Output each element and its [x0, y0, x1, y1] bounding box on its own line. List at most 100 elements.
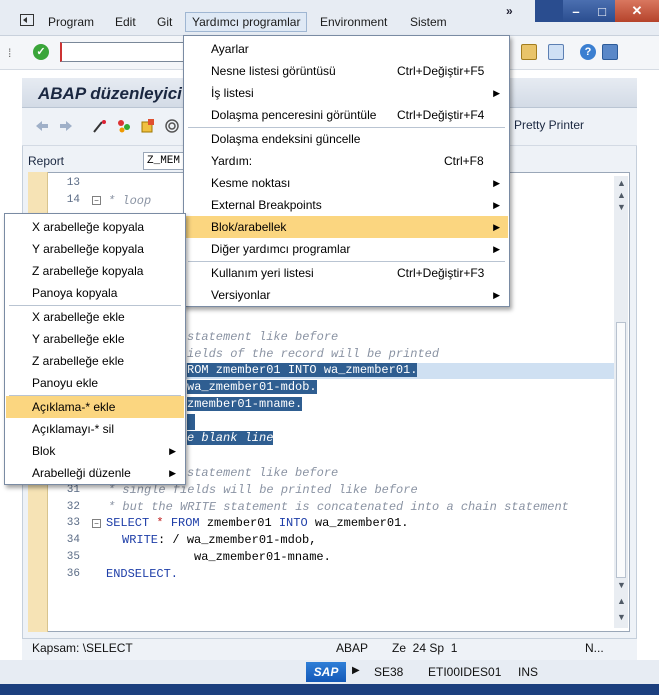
menu-item-edit-buffer[interactable]: Arabelleği düzenle ▶ — [6, 462, 184, 484]
command-field[interactable] — [60, 42, 185, 62]
menu-item-copy-z[interactable]: Z arabelleğe kopyala — [6, 260, 184, 282]
vertical-scrollbar[interactable]: ▲ ▲ ▼ ▼ ▲ ▼ — [614, 176, 628, 628]
buffer-submenu: X arabelleğe kopyala Y arabelleğe kopyal… — [4, 213, 186, 485]
menu-item-copy-clipboard[interactable]: Panoya kopyala — [6, 282, 184, 304]
activate-icon[interactable] — [116, 118, 132, 134]
menu-item-label: External Breakpoints — [211, 198, 322, 212]
scroll-down-icon[interactable]: ▲ — [617, 596, 626, 606]
code-line-selected: ROM zmember01 INTO wa_zmember01. — [187, 363, 418, 377]
menu-item-copy-y[interactable]: Y arabelleğe kopyala — [6, 238, 184, 260]
minimize-icon[interactable]: – — [563, 0, 589, 22]
fold-toggle-icon[interactable]: − — [92, 196, 101, 205]
menu-item-label: Blok/arabellek — [211, 220, 287, 234]
menu-item-label: Blok — [32, 444, 56, 458]
menu-item-label: Y arabelleğe kopyala — [32, 242, 144, 256]
report-field[interactable]: Z_MEM — [143, 152, 188, 170]
menu-item-external-breakpoints[interactable]: External Breakpoints ▶ — [185, 194, 508, 216]
menu-item-settings[interactable]: Ayarlar — [185, 38, 508, 60]
menu-item-where-used[interactable]: Kullanım yeri listesi Ctrl+Değiştir+F3 — [185, 262, 508, 284]
menu-item-help[interactable]: Yardım: Ctrl+F8 — [185, 150, 508, 172]
menu-utilities[interactable]: Yardımcı programlar — [185, 12, 308, 32]
line-number: 32 — [66, 501, 80, 513]
object-icon[interactable] — [140, 118, 156, 134]
menu-item-label: Yardım: — [211, 154, 253, 168]
menu-item-label: X arabelleğe kopyala — [32, 220, 145, 234]
page-title: ABAP düzenleyici — [38, 84, 182, 103]
menu-item-label: Ayarlar — [211, 42, 249, 56]
system-menu-icon[interactable] — [20, 14, 34, 26]
menu-program[interactable]: Program — [48, 15, 94, 29]
menu-item-block[interactable]: Blok ▶ — [6, 440, 184, 462]
code-line: WRITE: / wa_zmember01-mdob, — [122, 533, 317, 547]
maximize-icon[interactable]: □ — [589, 0, 615, 22]
menu-item-insert-z[interactable]: Z arabelleğe ekle — [6, 350, 184, 372]
forward-icon[interactable] — [58, 118, 74, 134]
code-line-selected: e blank line — [187, 431, 274, 445]
menu-edit[interactable]: Edit — [115, 15, 136, 29]
check-icon[interactable]: ✓ — [33, 44, 49, 60]
menu-item-insert-x[interactable]: X arabelleğe ekle — [6, 306, 184, 328]
scroll-up-icon[interactable]: ▲ — [617, 178, 626, 188]
layout-icon[interactable] — [521, 44, 537, 60]
submenu-arrow-icon: ▶ — [493, 222, 500, 232]
menu-item-update-index[interactable]: Dolaşma endeksini güncelle — [185, 128, 508, 150]
menu-item-breakpoint[interactable]: Kesme noktası ▶ — [185, 172, 508, 194]
menu-item-label: Versiyonlar — [211, 288, 271, 302]
menu-item-label: Dolaşma endeksini güncelle — [211, 132, 361, 146]
menu-environment[interactable]: Environment — [320, 15, 387, 29]
line-number: 13 — [66, 177, 80, 189]
menu-overflow-icon[interactable]: » — [506, 4, 513, 18]
menu-item-label: Nesne listesi görüntüsü — [211, 64, 336, 78]
language-status: ABAP — [336, 641, 369, 655]
menu-item-object-list[interactable]: Nesne listesi görüntüsü Ctrl+Değiştir+F5 — [185, 60, 508, 82]
back-icon[interactable] — [34, 118, 50, 134]
toolbar-grip: ⁞ — [8, 46, 12, 60]
menu-item-remove-comment[interactable]: Açıklamayı-* sil — [6, 418, 184, 440]
where-used-icon[interactable] — [164, 118, 180, 134]
menu-item-label: Arabelleği düzenle — [32, 466, 131, 480]
menu-item-add-comment[interactable]: Açıklama-* ekle — [6, 396, 184, 418]
pretty-printer-button[interactable]: Pretty Printer — [514, 118, 584, 132]
scroll-down-icon[interactable]: ▼ — [617, 580, 626, 590]
mode-status: N... — [585, 641, 604, 655]
close-icon[interactable]: ✕ — [615, 0, 659, 22]
window-frame — [535, 0, 563, 22]
menu-item-versions[interactable]: Versiyonlar ▶ — [185, 284, 508, 306]
submenu-arrow-icon: ▶ — [493, 88, 500, 98]
menu-shortcut: Ctrl+Değiştir+F3 — [397, 266, 485, 280]
menu-item-paste-clipboard[interactable]: Panoyu ekle — [6, 372, 184, 394]
scroll-down-icon[interactable]: ▼ — [617, 612, 626, 622]
menu-item-nav-window[interactable]: Dolaşma penceresini görüntüle Ctrl+Değişt… — [185, 104, 508, 126]
menu-item-label: Dolaşma penceresini görüntüle — [211, 108, 377, 122]
menu-item-insert-y[interactable]: Y arabelleğe ekle — [6, 328, 184, 350]
scroll-up-icon[interactable]: ▼ — [617, 202, 626, 212]
transaction-code: SE38 — [374, 665, 404, 679]
customize-icon[interactable] — [602, 44, 618, 60]
menu-item-block-buffer[interactable]: Blok/arabellek ▶ — [185, 216, 508, 238]
menu-item-label: Kesme noktası — [211, 176, 291, 190]
scroll-up-icon[interactable]: ▲ — [617, 190, 626, 200]
insert-mode: INS — [518, 665, 539, 679]
menu-system[interactable]: Sistem — [410, 15, 447, 29]
menu-shortcut: Ctrl+Değiştir+F4 — [397, 108, 485, 122]
menu-item-other-utilities[interactable]: Diğer yardımcı programlar ▶ — [185, 238, 508, 260]
menu-item-label: Y arabelleğe ekle — [32, 332, 125, 346]
help-icon[interactable]: ? — [580, 44, 596, 60]
menu-git[interactable]: Git — [157, 15, 172, 29]
window-bottom-edge — [0, 684, 659, 695]
fold-toggle-icon[interactable]: − — [92, 519, 101, 528]
code-line: * but the WRITE statement is concatenate… — [108, 500, 569, 514]
code-line: ields of the record will be printed — [187, 347, 440, 361]
menu-item-copy-x[interactable]: X arabelleğe kopyala — [6, 216, 184, 238]
line-number: 31 — [66, 484, 80, 496]
scroll-thumb[interactable] — [616, 322, 626, 578]
menu-shortcut: Ctrl+F8 — [444, 154, 484, 168]
menu-item-worklist[interactable]: İş listesi ▶ — [185, 82, 508, 104]
dropdown-icon[interactable]: ▶ — [352, 665, 360, 676]
submenu-arrow-icon: ▶ — [493, 244, 500, 254]
line-number: 14 — [66, 194, 80, 206]
line-number: 34 — [66, 534, 80, 546]
pattern-icon[interactable] — [92, 118, 108, 134]
submenu-arrow-icon: ▶ — [169, 446, 176, 456]
screen-icon[interactable] — [548, 44, 564, 60]
